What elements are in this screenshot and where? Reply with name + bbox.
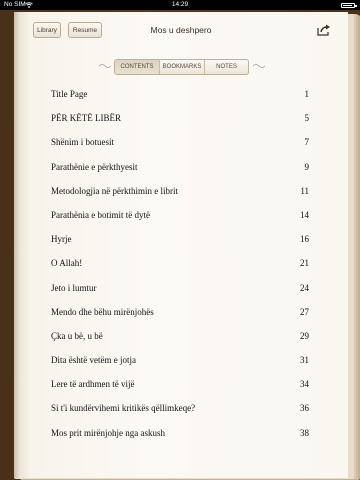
clock: 14:29 bbox=[171, 1, 189, 8]
toc-item-title: Mos prit mirënjohje nga askush bbox=[51, 427, 165, 438]
toc-item[interactable]: Mendo dhe bëhu mirënjohës 27 bbox=[51, 300, 309, 324]
toc-item[interactable]: Dita është vetëm e jotja 31 bbox=[51, 348, 309, 372]
status-bar: No SIM 14:29 bbox=[0, 0, 360, 10]
toc-item-title: Lere të ardhmen të vijë bbox=[51, 379, 135, 390]
battery-icon bbox=[341, 3, 357, 8]
toc-item[interactable]: Shënim i botuesit 7 bbox=[51, 130, 309, 154]
toc-page: Library Resume Mos u deshpero CONTENTS B… bbox=[14, 12, 348, 478]
tab-notes[interactable]: NOTES bbox=[204, 60, 248, 74]
toc-item[interactable]: Parathënia e botimit të dytë 14 bbox=[51, 203, 309, 227]
tab-bookmarks[interactable]: BOOKMARKS bbox=[159, 60, 204, 74]
toc-item[interactable]: PËR KËTË LIBËR 5 bbox=[51, 106, 309, 130]
toc-item-page: 14 bbox=[300, 209, 309, 220]
toc-item[interactable]: Çka u bë, u bë 29 bbox=[51, 324, 309, 348]
toc-item-title: Dita është vetëm e jotja bbox=[51, 355, 136, 366]
toc-item-title: Mendo dhe bëhu mirënjohës bbox=[51, 306, 154, 317]
share-icon[interactable] bbox=[317, 24, 331, 36]
spine-shadow bbox=[14, 12, 20, 478]
toc-item-page: 16 bbox=[300, 234, 309, 245]
toc-item-page: 11 bbox=[300, 185, 309, 196]
toc-item[interactable]: Lere të ardhmen të vijë 34 bbox=[51, 372, 309, 396]
toc-item[interactable]: Metodologjia në përkthimin e librit 11 bbox=[51, 179, 309, 203]
toc-item[interactable]: Title Page 1 bbox=[51, 82, 309, 106]
tab-contents[interactable]: CONTENTS bbox=[115, 60, 159, 74]
toc-item-page: 31 bbox=[300, 355, 309, 366]
toc-item-title: Jeto i lumtur bbox=[51, 282, 97, 293]
ornament-left-icon bbox=[99, 64, 111, 68]
toc-item[interactable]: Jeto i lumtur 24 bbox=[51, 276, 309, 300]
toc-item-title: Title Page bbox=[51, 89, 88, 99]
toc-item-page: 24 bbox=[300, 282, 309, 293]
book-title: Mos u deshpero bbox=[150, 25, 212, 35]
toc-item-page: 1 bbox=[304, 89, 310, 99]
toc-item-title: Metodologjia në përkthimin e librit bbox=[51, 185, 178, 196]
toc-item-page: 7 bbox=[304, 137, 310, 148]
toc-item-page: 5 bbox=[304, 113, 310, 124]
toc-item-title: Çka u bë, u bë bbox=[51, 330, 103, 341]
toc-item-title: Si t'i kundërvihemi kritikës qëllimkeqe? bbox=[51, 403, 196, 414]
toc-item-page: 27 bbox=[300, 306, 309, 317]
toc-item[interactable]: Mos prit mirënjohje nga askush 38 bbox=[51, 421, 309, 445]
toc-item[interactable]: Hyrje 16 bbox=[51, 227, 309, 251]
toc-item-title: PËR KËTË LIBËR bbox=[51, 113, 121, 124]
contents-segmented-control: CONTENTS BOOKMARKS NOTES bbox=[114, 59, 249, 75]
toc-item-title: Shënim i botuesit bbox=[51, 137, 114, 148]
toc-item-title: O Allah! bbox=[51, 258, 83, 269]
toc-list: Title Page 1 PËR KËTË LIBËR 5 Shënim i bot… bbox=[51, 82, 309, 445]
ornament-right-icon bbox=[253, 64, 265, 68]
toc-item-page: 36 bbox=[300, 403, 309, 414]
toc-item-title: Hyrje bbox=[51, 234, 72, 245]
toc-item-page: 29 bbox=[300, 330, 309, 341]
toc-item-page: 34 bbox=[300, 379, 309, 390]
toc-item-page: 21 bbox=[300, 258, 309, 269]
toc-item-title: Parathënie e përkthyesit bbox=[51, 161, 138, 172]
toc-item[interactable]: O Allah! 21 bbox=[51, 251, 309, 275]
toc-item-page: 9 bbox=[304, 161, 310, 172]
toc-item[interactable]: Parathënie e përkthyesit 9 bbox=[51, 155, 309, 179]
toc-item[interactable]: Si t'i kundërvihemi kritikës qëllimkeqe?… bbox=[51, 396, 309, 420]
toc-item-page: 38 bbox=[300, 427, 309, 438]
toc-item-title: Parathënia e botimit të dytë bbox=[51, 209, 150, 220]
